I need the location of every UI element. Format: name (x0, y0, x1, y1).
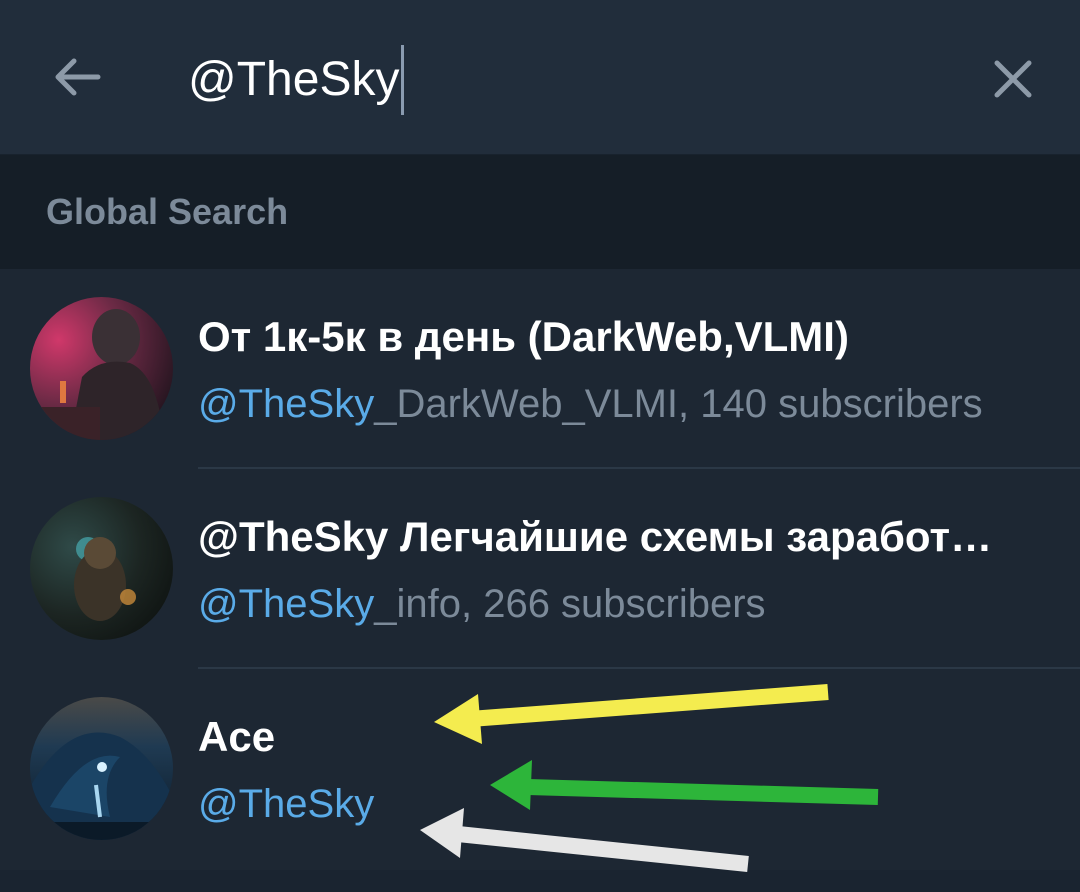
result-subtitle: @TheSky_info, 266 subscribers (198, 579, 1058, 629)
text-caret (401, 45, 405, 115)
section-title: Global Search (46, 191, 289, 232)
arrow-left-icon (55, 58, 101, 96)
clear-search-button[interactable] (976, 42, 1050, 116)
bottom-strip (0, 870, 1080, 892)
handle-match: @TheSky (198, 782, 375, 826)
handle-match: @TheSky (198, 382, 375, 426)
result-row[interactable]: От 1к-5к в день (DarkWeb,VLMI) @TheSky_D… (0, 269, 1080, 469)
handle-rest: _DarkWeb_VLMI (374, 382, 679, 426)
search-results-list: От 1к-5к в день (DarkWeb,VLMI) @TheSky_D… (0, 269, 1080, 869)
section-header: Global Search (0, 155, 1080, 269)
result-meta: , 266 subscribers (460, 582, 766, 626)
avatar (30, 297, 173, 440)
avatar (30, 497, 173, 640)
result-subtitle: @TheSky (198, 779, 1058, 829)
result-row[interactable]: @TheSky Легчайшие схемы заработ… @TheSky… (0, 469, 1080, 669)
result-meta: , 140 subscribers (678, 382, 983, 426)
result-title: От 1к-5к в день (DarkWeb,VLMI) (198, 313, 849, 360)
result-subtitle: @TheSky_DarkWeb_VLMI, 140 subscribers (198, 379, 1058, 429)
handle-rest: _info (374, 582, 461, 626)
result-title: Ace (198, 713, 276, 760)
result-title: @TheSky Легчайшие схемы заработ… (198, 513, 993, 560)
result-row[interactable]: Ace @TheSky (0, 669, 1080, 869)
search-input[interactable]: @TheSky (188, 45, 405, 115)
close-icon (994, 60, 1032, 98)
search-toolbar: @TheSky (0, 0, 1080, 155)
avatar (30, 697, 173, 840)
search-query: @TheSky (188, 53, 400, 106)
back-button[interactable] (40, 40, 114, 114)
handle-match: @TheSky (198, 582, 375, 626)
